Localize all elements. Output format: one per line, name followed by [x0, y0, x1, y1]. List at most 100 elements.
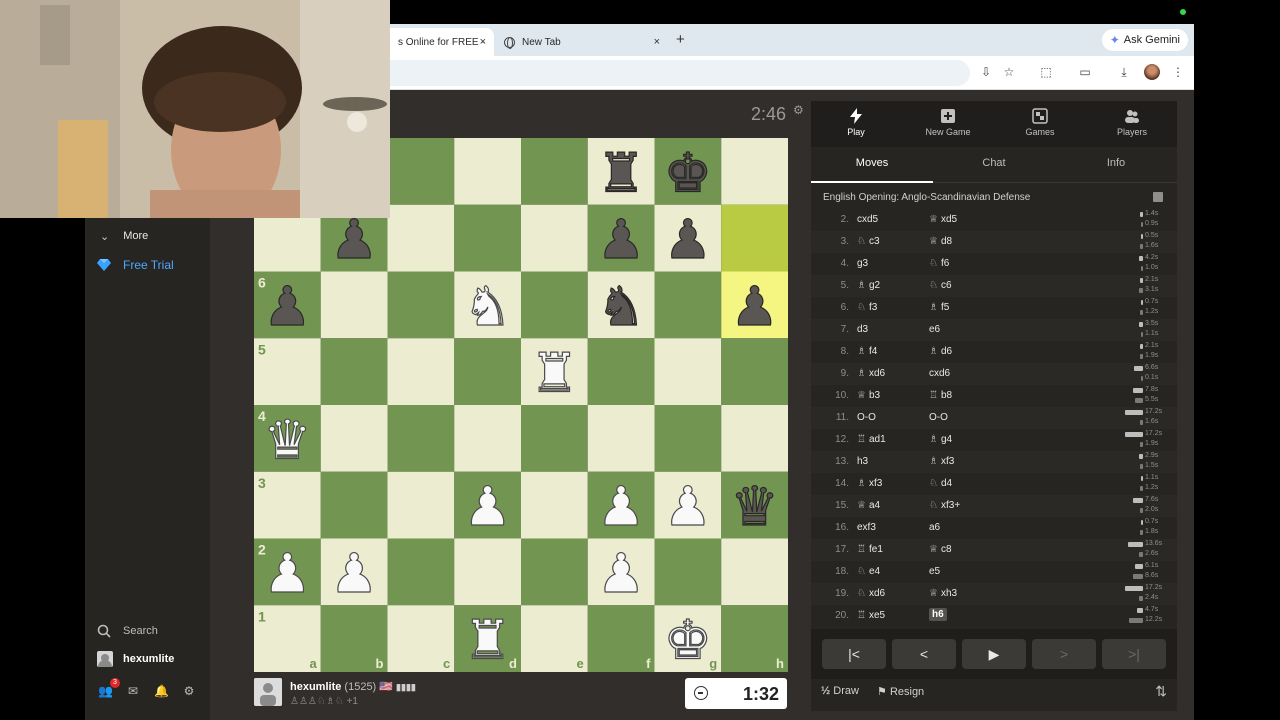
black-pawn-f7[interactable]: ♟	[596, 208, 646, 272]
white-pawn-a2[interactable]: ♟	[263, 541, 313, 605]
white-move[interactable]: ♖ xe5	[857, 610, 885, 621]
nav-players[interactable]: Players	[1087, 101, 1177, 147]
square-g5[interactable]	[654, 338, 722, 405]
square-c4[interactable]	[387, 405, 455, 472]
white-pawn-f2[interactable]: ♟	[596, 541, 646, 605]
square-c7[interactable]	[387, 204, 455, 272]
white-move[interactable]: ♗ f4	[857, 346, 877, 357]
white-rook-d1[interactable]: ♜	[463, 608, 513, 672]
sidebar-search[interactable]: Search	[85, 619, 210, 643]
play-moves-button[interactable]: ▶	[962, 639, 1026, 669]
square-c6[interactable]	[387, 271, 455, 339]
white-move[interactable]: cxd5	[857, 214, 878, 225]
white-move[interactable]: ♖ fe1	[857, 544, 883, 555]
chess-board[interactable]: 654321a b c d e f g h♜ ♚♟ ♟ ♟♟ ♞ ♞ ♟♜♛♟ ♟ ♟ ♛♟ ♟ ♟♜ ♚	[254, 138, 788, 672]
mail-icon[interactable]: ✉	[126, 684, 140, 698]
close-tab-icon[interactable]: ×	[480, 36, 486, 48]
black-move[interactable]: ♕ xh3	[929, 588, 957, 599]
black-move[interactable]: ♕ c8	[929, 544, 952, 555]
extensions-icon[interactable]: ⬚	[1039, 65, 1053, 79]
nav-games[interactable]: Games	[995, 101, 1085, 147]
nav-new-game[interactable]: New Game	[903, 101, 993, 147]
square-d4[interactable]	[454, 405, 521, 472]
browser-tab-chess[interactable]: s Online for FREE - ×	[390, 28, 494, 56]
square-c2[interactable]	[387, 538, 455, 606]
white-move[interactable]: ♖ ad1	[857, 434, 886, 445]
white-pawn-g3[interactable]: ♟	[663, 475, 713, 539]
white-move[interactable]: ♗ xf3	[857, 478, 882, 489]
white-king-g1[interactable]: ♚	[663, 608, 713, 672]
square-e7[interactable]	[521, 204, 588, 272]
black-move[interactable]: a6	[929, 522, 940, 533]
square-g6[interactable]	[654, 271, 722, 339]
friends-icon[interactable]: 👥	[98, 684, 113, 698]
black-move[interactable]: O-O	[929, 412, 948, 423]
black-pawn-g7[interactable]: ♟	[663, 208, 713, 272]
previous-move-button[interactable]: <	[892, 639, 956, 669]
resign-button[interactable]: ⚑ Resign	[877, 685, 924, 698]
url-field[interactable]	[390, 60, 970, 86]
black-move[interactable]: ♗ d6	[929, 346, 952, 357]
black-king-g8[interactable]: ♚	[663, 141, 713, 205]
ask-gemini-button[interactable]: ✦ Ask Gemini	[1101, 29, 1188, 51]
square-e6[interactable]	[521, 271, 588, 339]
last-move-button[interactable]: >|	[1102, 639, 1166, 669]
square-h7[interactable]	[721, 204, 788, 272]
black-move[interactable]: ♗ f5	[929, 302, 949, 313]
black-move[interactable]: e5	[929, 566, 940, 577]
square-g2[interactable]	[654, 538, 722, 606]
square-d8[interactable]	[454, 138, 521, 205]
white-rook-e5[interactable]: ♜	[530, 341, 580, 405]
square-d5[interactable]	[454, 338, 521, 405]
white-queen-a4[interactable]: ♛	[263, 408, 313, 472]
draw-button[interactable]: ½ Draw	[821, 685, 859, 697]
square-f4[interactable]	[587, 405, 655, 472]
book-icon[interactable]	[1153, 192, 1163, 202]
bookmark-star-icon[interactable]: ☆	[1002, 65, 1016, 79]
black-move[interactable]: ♘ c6	[929, 280, 952, 291]
white-move[interactable]: ♘ c3	[857, 236, 880, 247]
board-settings-icon[interactable]: ⚙	[793, 103, 805, 117]
new-tab-button[interactable]: +	[676, 31, 685, 48]
square-h5[interactable]	[721, 338, 788, 405]
square-h2[interactable]	[721, 538, 788, 606]
square-e3[interactable]	[521, 471, 588, 539]
bell-icon[interactable]: 🔔	[154, 684, 169, 698]
tab-info[interactable]: Info	[1055, 147, 1177, 183]
black-move[interactable]: ♘ f6	[929, 258, 949, 269]
flip-board-icon[interactable]: ⇅	[1155, 683, 1167, 700]
square-b5[interactable]	[320, 338, 388, 405]
white-pawn-d3[interactable]: ♟	[463, 475, 513, 539]
white-move[interactable]: ♗ g2	[857, 280, 880, 291]
black-move[interactable]: ♗ g4	[929, 434, 952, 445]
square-g4[interactable]	[654, 405, 722, 472]
nav-play[interactable]: Play	[811, 101, 901, 147]
white-move[interactable]: ♗ xd6	[857, 368, 885, 379]
white-move[interactable]: h3	[857, 456, 868, 467]
square-d7[interactable]	[454, 204, 521, 272]
black-queen-h3[interactable]: ♛	[730, 475, 780, 539]
black-rook-f8[interactable]: ♜	[596, 141, 646, 205]
square-c3[interactable]	[387, 471, 455, 539]
white-move[interactable]: ♘ f3	[857, 302, 877, 313]
white-move[interactable]: g3	[857, 258, 868, 269]
white-move[interactable]: ♕ a4	[857, 500, 880, 511]
white-move[interactable]: ♕ b3	[857, 390, 880, 401]
white-move[interactable]: exf3	[857, 522, 876, 533]
square-c8[interactable]	[387, 138, 455, 205]
profile-avatar[interactable]	[1144, 64, 1160, 80]
white-knight-d6[interactable]: ♞	[463, 274, 513, 338]
move-list[interactable]: 2. cxd5 ♕ xd5 1.4s 0.9s 3. ♘ c3 ♕ d8 0.5s 1.6s 4. g3 ♘ f…	[811, 209, 1177, 629]
tab-chat[interactable]: Chat	[933, 147, 1055, 183]
black-knight-f6[interactable]: ♞	[596, 274, 646, 338]
square-b4[interactable]	[320, 405, 388, 472]
sidebar-item-more[interactable]: ⌄ More	[85, 224, 210, 248]
black-move[interactable]: ♖ b8	[929, 390, 952, 401]
player-name[interactable]: hexumlite	[290, 681, 341, 693]
tab-moves[interactable]: Moves	[811, 147, 933, 183]
first-move-button[interactable]: |<	[822, 639, 886, 669]
square-e2[interactable]	[521, 538, 588, 606]
square-f1[interactable]	[587, 605, 655, 672]
square-c5[interactable]	[387, 338, 455, 405]
player-avatar[interactable]	[254, 678, 282, 706]
